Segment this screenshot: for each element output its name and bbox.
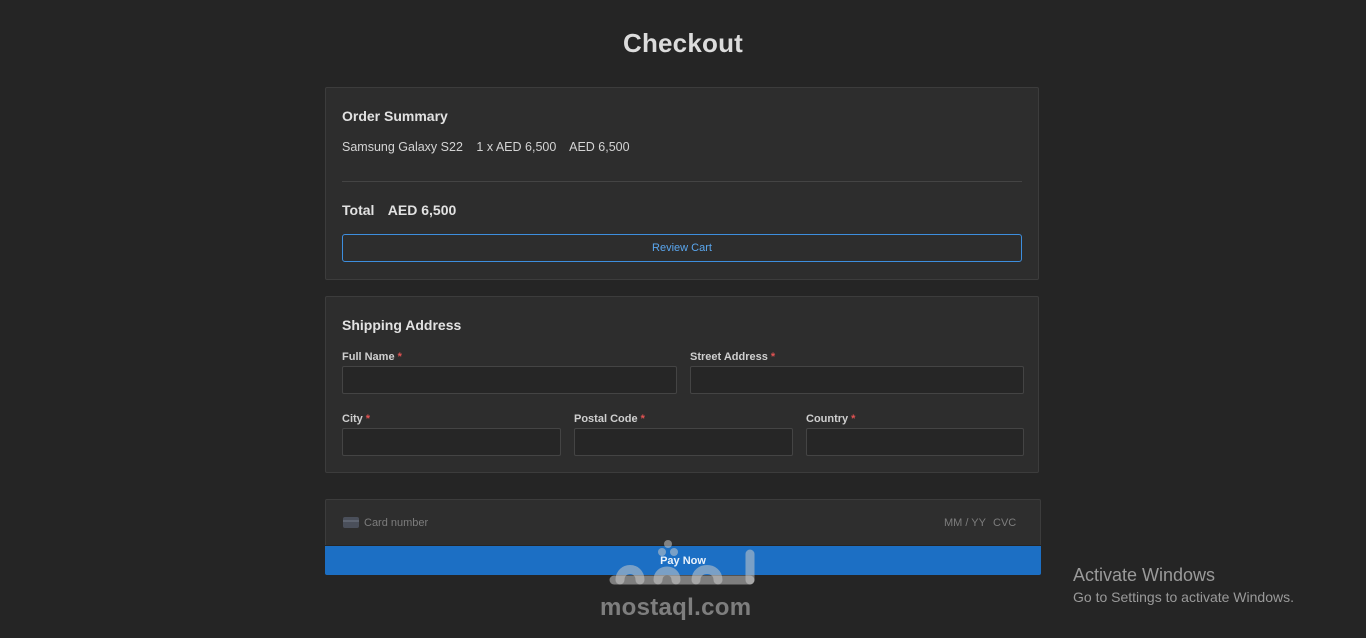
order-summary-heading: Order Summary: [342, 108, 448, 124]
summary-divider: [342, 181, 1022, 182]
full-name-input[interactable]: [342, 366, 677, 394]
total-label: Total: [342, 202, 375, 218]
required-mark: *: [397, 351, 402, 363]
required-mark: *: [640, 413, 645, 425]
city-label-text: City: [342, 413, 363, 425]
card-number-input[interactable]: [364, 515, 864, 531]
page-title: Checkout: [622, 28, 744, 58]
required-mark: *: [365, 413, 371, 425]
city-input[interactable]: [342, 428, 561, 456]
pay-now-button[interactable]: Pay Now: [325, 546, 1041, 575]
card-cvc-input[interactable]: [993, 515, 1023, 531]
item-qty-price: 1 x AED 6,500: [476, 140, 557, 154]
review-cart-button[interactable]: Review Cart: [342, 234, 1022, 262]
full-name-label: Full Name *: [342, 351, 402, 363]
watermark-text: mostaql.com: [600, 594, 752, 621]
order-summary-card: Order Summary Samsung Galaxy S22 1 x AED…: [325, 87, 1039, 280]
credit-card-icon: [343, 517, 359, 528]
card-expiry-input[interactable]: [944, 515, 990, 531]
item-line-total: AED 6,500: [569, 140, 630, 154]
country-label-text: Country: [806, 413, 849, 425]
country-label: Country *: [806, 413, 855, 425]
country-input[interactable]: [806, 428, 1024, 456]
required-mark: *: [851, 413, 856, 425]
required-mark: *: [770, 351, 776, 363]
postal-code-label-text: Postal Code: [574, 413, 638, 425]
postal-code-input[interactable]: [574, 428, 793, 456]
item-name: Samsung Galaxy S22: [342, 140, 463, 154]
activation-subtitle: Go to Settings to activate Windows.: [1073, 589, 1294, 605]
street-address-label: Street Address *: [690, 351, 775, 363]
order-item-row: Samsung Galaxy S22 1 x AED 6,500 AED 6,5…: [342, 140, 640, 154]
street-address-label-text: Street Address: [690, 351, 768, 363]
street-address-input[interactable]: [690, 366, 1024, 394]
total-row: Total AED 6,500: [342, 202, 466, 218]
total-value: AED 6,500: [387, 202, 457, 218]
postal-code-label: Postal Code *: [574, 413, 645, 425]
shipping-heading: Shipping Address: [342, 317, 462, 333]
activation-title: Activate Windows: [1073, 565, 1216, 585]
city-label: City *: [342, 413, 370, 425]
checkout-page: Checkout Order Summary Samsung Galaxy S2…: [0, 0, 1366, 638]
windows-activation-notice: Activate Windows Go to Settings to activ…: [1073, 565, 1294, 605]
payment-card-element: [325, 499, 1041, 545]
full-name-label-text: Full Name: [342, 351, 395, 363]
shipping-address-card: Shipping Address Full Name * Street Addre…: [325, 296, 1039, 473]
